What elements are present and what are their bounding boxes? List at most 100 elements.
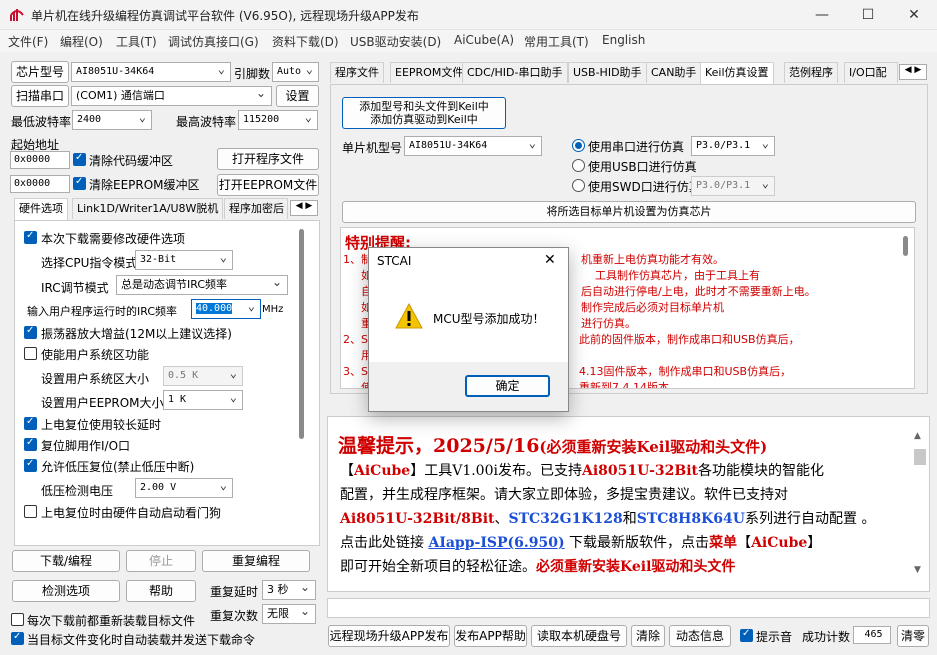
minimize-button[interactable]: — xyxy=(799,0,845,30)
read-disk-button[interactable]: 读取本机硬盘号 xyxy=(531,625,627,647)
irc-mode-select[interactable]: 总是动态调节IRC频率 xyxy=(116,275,288,295)
modify-hw-checkbox[interactable] xyxy=(24,230,37,244)
menu-tools[interactable]: 工具(T) xyxy=(116,33,157,50)
serial-debug-label: 使用串口进行仿真 xyxy=(588,140,685,154)
auto-reload-checkbox[interactable] xyxy=(11,631,24,645)
repeat-count-select[interactable]: 无限 xyxy=(262,604,316,624)
menu-program[interactable]: 编程(O) xyxy=(60,33,103,50)
menu-file[interactable]: 文件(F) xyxy=(8,33,48,50)
eeprom-size-select[interactable]: 1 K xyxy=(163,390,243,410)
port-select[interactable]: (COM1) 通信端口 xyxy=(71,86,272,106)
open-eeprom-file-button[interactable]: 打开EEPROM文件 xyxy=(217,174,319,196)
menu-bar: 文件(F) 编程(O) 工具(T) 调试仿真接口(G) 资料下载(D) USB驱… xyxy=(0,30,937,52)
tab-examples[interactable]: 范例程序 xyxy=(784,62,838,83)
mcu-model-label: 单片机型号 xyxy=(342,141,403,155)
cpu-mode-select[interactable]: 32-Bit xyxy=(135,250,233,270)
tab-encryption[interactable]: 程序加密后 xyxy=(224,198,288,219)
chip-model-button[interactable]: 芯片型号 xyxy=(11,61,69,83)
beep-checkbox[interactable] xyxy=(740,628,753,642)
long-delay-checkbox[interactable] xyxy=(24,416,37,430)
remote-upgrade-button[interactable]: 远程现场升级APP发布 xyxy=(328,625,450,647)
clear-code-checkbox[interactable] xyxy=(73,152,86,166)
reset-io-label: 复位脚用作I/O口 xyxy=(41,439,131,453)
tab-offline[interactable]: Link1D/Writer1A/U8W脱机 xyxy=(72,198,224,219)
wdt-checkbox[interactable] xyxy=(24,505,37,518)
tab-io-config[interactable]: I/O口配 xyxy=(844,62,898,83)
menu-downloads[interactable]: 资料下载(D) xyxy=(272,33,339,50)
menu-usb-driver[interactable]: USB驱动安装(D) xyxy=(350,33,441,50)
serial-debug-radio[interactable] xyxy=(572,139,585,152)
user-system-area-checkbox[interactable] xyxy=(24,347,37,360)
usb-debug-radio[interactable] xyxy=(572,159,585,172)
status-info-button[interactable]: 动态信息 xyxy=(669,625,731,647)
success-count-label: 成功计数 xyxy=(802,630,851,644)
menu-debug-interface[interactable]: 调试仿真接口(G) xyxy=(168,33,259,50)
publish-help-button[interactable]: 发布APP帮助 xyxy=(454,625,527,647)
chip-model-select[interactable]: AI8051U-34K64 xyxy=(71,62,231,82)
system-area-size-label: 设置用户系统区大小 xyxy=(41,372,150,386)
add-to-keil-button[interactable]: 添加型号和头文件到Keil中 添加仿真驱动到Keil中 xyxy=(342,97,506,129)
swd-port-select[interactable]: P3.0/P3.1 xyxy=(691,176,775,196)
osc-gain-checkbox[interactable] xyxy=(24,325,37,339)
serial-port-select[interactable]: P3.0/P3.1 xyxy=(691,136,775,156)
download-link[interactable]: AIapp-ISP(6.950) xyxy=(428,535,564,551)
pin-count-label: 引脚数 xyxy=(234,67,271,81)
port-settings-button[interactable]: 设置 xyxy=(276,85,319,107)
usb-debug-label: 使用USB口进行仿真 xyxy=(588,160,697,174)
repeat-delay-select[interactable]: 3 秒 xyxy=(262,580,316,600)
system-area-size-select[interactable]: 0.5 K xyxy=(163,366,243,386)
menu-english[interactable]: English xyxy=(602,33,645,47)
tab-scroll-arrows-icon[interactable]: ◀ ▶ xyxy=(290,200,318,216)
open-program-file-button[interactable]: 打开程序文件 xyxy=(217,148,319,170)
dialog-close-icon[interactable]: ✕ xyxy=(544,252,556,268)
check-options-button[interactable]: 检测选项 xyxy=(12,580,120,602)
tab-serial-assistant[interactable]: CDC/HID-串口助手 xyxy=(462,62,568,83)
beep-label: 提示音 xyxy=(756,630,793,644)
set-debug-chip-button[interactable]: 将所选目标单片机设置为仿真芯片 xyxy=(342,201,916,223)
clear-eeprom-checkbox[interactable] xyxy=(73,176,86,190)
close-button[interactable]: ✕ xyxy=(891,0,937,30)
dialog-body: MCU型号添加成功！ xyxy=(369,276,568,362)
tab-eeprom-file[interactable]: EEPROM文件 xyxy=(390,62,469,83)
info-title-line: 温馨提示，2025/5/16(必须重新安装Keil驱动和头文件) xyxy=(338,431,767,458)
scroll-down-icon[interactable]: ▼ xyxy=(914,565,921,575)
menu-aicube[interactable]: AiCube(A) xyxy=(454,33,514,47)
mcu-model-select[interactable]: AI8051U-34K64 xyxy=(404,136,542,156)
tab-program-file[interactable]: 程序文件 xyxy=(330,62,384,83)
irc-frequency-input[interactable]: 40.000 xyxy=(191,299,261,319)
min-baud-select[interactable]: 2400 xyxy=(72,110,152,130)
tab-usb-hid[interactable]: USB-HID助手 xyxy=(568,62,647,83)
swd-debug-radio[interactable] xyxy=(572,179,585,192)
repeat-program-button[interactable]: 重复编程 xyxy=(202,550,310,572)
tab-hardware-options[interactable]: 硬件选项 xyxy=(14,198,68,220)
scan-port-button[interactable]: 扫描串口 xyxy=(11,85,69,107)
download-program-button[interactable]: 下载/编程 xyxy=(12,550,120,572)
clear-button[interactable]: 清除 xyxy=(631,625,665,647)
info-scrollbar-thumb[interactable] xyxy=(914,449,926,465)
reload-before-download-checkbox[interactable] xyxy=(11,613,24,626)
stop-button[interactable]: 停止 xyxy=(126,550,196,572)
dialog-ok-button[interactable]: 确定 xyxy=(465,375,550,397)
tab-can[interactable]: CAN助手 xyxy=(646,62,702,83)
repeat-delay-label: 重复延时 xyxy=(210,585,259,599)
menu-common-tools[interactable]: 常用工具(T) xyxy=(524,33,589,50)
help-button[interactable]: 帮助 xyxy=(126,580,196,602)
maximize-button[interactable]: ☐ xyxy=(845,0,891,30)
max-baud-select[interactable]: 115200 xyxy=(238,110,318,130)
scroll-up-icon[interactable]: ▲ xyxy=(914,431,921,441)
reset-count-button[interactable]: 清零 xyxy=(897,625,929,647)
pin-count-select[interactable]: Auto xyxy=(272,62,319,82)
message-dialog: STCAI ✕ MCU型号添加成功！ 确定 xyxy=(368,247,569,412)
options-scrollbar[interactable] xyxy=(299,229,304,439)
right-tab-scroll-arrows-icon[interactable]: ◀ ▶ xyxy=(899,64,927,80)
add-button-line1: 添加型号和头文件到Keil中 xyxy=(359,100,489,113)
reset-io-checkbox[interactable] xyxy=(24,437,37,451)
left-tabs: 硬件选项 Link1D/Writer1A/U8W脱机 程序加密后 ◀ ▶ xyxy=(14,198,320,221)
tab-keil-settings[interactable]: Keil仿真设置 xyxy=(700,62,774,84)
lvr-checkbox[interactable] xyxy=(24,458,37,472)
code-address-input[interactable]: 0x0000 xyxy=(10,151,70,169)
lvd-select[interactable]: 2.00 V xyxy=(135,478,233,498)
dialog-titlebar: STCAI ✕ xyxy=(369,248,568,276)
eeprom-address-input[interactable]: 0x0000 xyxy=(10,175,70,193)
notice-scrollbar[interactable] xyxy=(903,236,908,256)
